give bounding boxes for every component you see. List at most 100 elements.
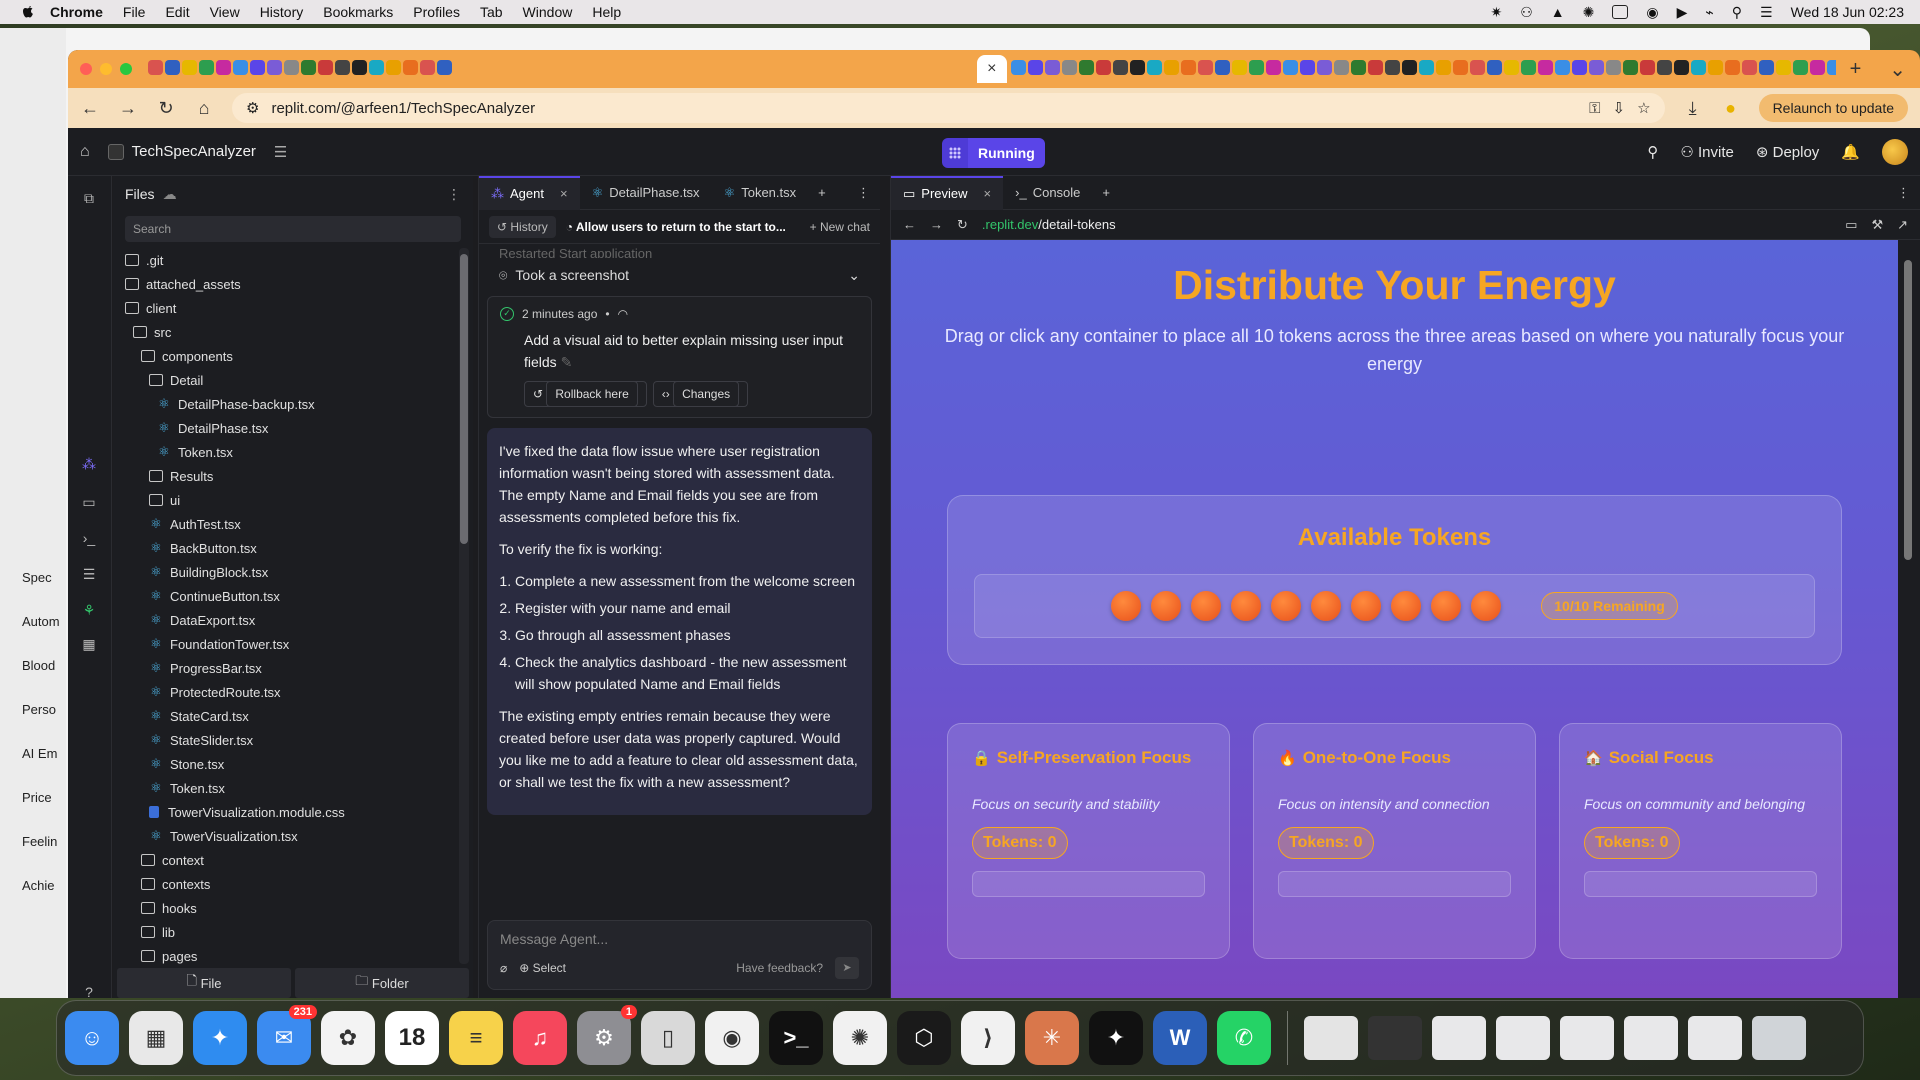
battery-icon[interactable]: [1612, 5, 1629, 19]
new-file-button[interactable]: 🗋 File: [117, 968, 291, 998]
zone-social[interactable]: 🏠 Social Focus Focus on community and bel…: [1559, 723, 1842, 959]
bookmark-star-icon[interactable]: ☆: [1637, 99, 1650, 117]
preview-scroll-thumb[interactable]: [1904, 260, 1912, 560]
tab-preview[interactable]: ▭ Preview ×: [891, 175, 1004, 210]
folder-item[interactable]: Results: [113, 464, 459, 488]
changes-button[interactable]: ‹› Changes: [652, 381, 749, 407]
folder-item[interactable]: ui: [113, 488, 459, 512]
pinned-tab-favicon[interactable]: [1214, 60, 1230, 75]
back-arrow-icon[interactable]: ←: [903, 217, 916, 232]
new-chat-button[interactable]: + New chat: [810, 220, 870, 234]
more-options-icon[interactable]: ⋮: [447, 186, 461, 203]
pinned-tab-favicon[interactable]: [1520, 60, 1536, 75]
pinned-tab-favicon[interactable]: [1044, 60, 1060, 75]
zone-drop-area[interactable]: [1584, 871, 1817, 897]
pinned-tab-favicon[interactable]: [1095, 60, 1111, 75]
site-info-icon[interactable]: ⚙: [246, 99, 259, 117]
window-thumb-dock-icon[interactable]: [1560, 1016, 1614, 1060]
address-url[interactable]: replit.com/@arfeen1/TechSpecAnalyzer: [271, 100, 1577, 117]
screenshot-step[interactable]: ⌾ Took a screenshot ⌄: [487, 258, 872, 292]
bg-item[interactable]: Price: [22, 790, 52, 805]
folder-item[interactable]: attached_assets: [113, 272, 459, 296]
mail-dock-icon[interactable]: ✉ 231: [257, 1005, 317, 1065]
pinned-tab-favicon[interactable]: [1231, 60, 1247, 75]
new-tab-button[interactable]: +: [1836, 58, 1876, 81]
pinned-tab-favicon[interactable]: [352, 60, 367, 75]
claude-dock-icon[interactable]: ✳: [1025, 1011, 1079, 1065]
pinned-tab-favicon[interactable]: [165, 60, 180, 75]
forward-arrow-icon[interactable]: →: [118, 98, 138, 119]
energy-token[interactable]: [1391, 591, 1422, 621]
file-item[interactable]: ⚛ FoundationTower.tsx: [113, 632, 459, 656]
word-dock-icon[interactable]: W: [1153, 1011, 1207, 1065]
files-icon[interactable]: ⧉: [80, 190, 98, 208]
calendar-dock-icon[interactable]: 18: [385, 1011, 439, 1065]
file-item[interactable]: TowerVisualization.module.css: [113, 800, 459, 824]
apple-icon[interactable]: [20, 4, 36, 20]
vscode-dock-icon[interactable]: ⟩: [961, 1011, 1015, 1065]
project-menu-icon[interactable]: ☰: [274, 143, 287, 161]
zone-one-to-one[interactable]: 🔥 One-to-One Focus Focus on intensity and…: [1253, 723, 1536, 959]
pinned-tab-favicon[interactable]: [284, 60, 299, 75]
pinned-tab-favicon[interactable]: [1724, 60, 1740, 75]
folder-item[interactable]: .git: [113, 248, 459, 272]
zone-self-preservation[interactable]: 🔒 Self-Preservation Focus Focus on securi…: [947, 723, 1230, 959]
window-thumb-dock-icon[interactable]: [1432, 1016, 1486, 1060]
chrome-dock-icon[interactable]: ◉: [705, 1011, 759, 1065]
zoom-window-button[interactable]: [120, 63, 132, 75]
play-icon[interactable]: ▶: [1677, 4, 1688, 21]
pinned-tab-favicon[interactable]: [1435, 60, 1451, 75]
pinned-tab-favicon[interactable]: [1537, 60, 1553, 75]
reload-icon[interactable]: ↻: [156, 98, 176, 119]
pinned-tab-favicon[interactable]: [1299, 60, 1315, 75]
search-icon[interactable]: ⚲: [1647, 143, 1658, 161]
file-item[interactable]: ⚛ StateSlider.tsx: [113, 728, 459, 752]
file-item[interactable]: ⚛ Stone.tsx: [113, 752, 459, 776]
pinned-tab-favicon[interactable]: [1554, 60, 1570, 75]
pinned-tab-favicon[interactable]: [233, 60, 248, 75]
invite-button[interactable]: ⚇ Invite: [1680, 143, 1733, 161]
add-tab-icon[interactable]: +: [808, 185, 836, 200]
console-icon[interactable]: ›_: [80, 530, 98, 548]
pinned-tab-favicon[interactable]: [216, 60, 231, 75]
window-thumb-dock-icon[interactable]: [1624, 1016, 1678, 1060]
downloads-icon[interactable]: ⤓: [1683, 98, 1703, 119]
search-icon[interactable]: ⚲: [1732, 4, 1742, 21]
pinned-tab-favicon[interactable]: [182, 60, 197, 75]
pinned-tab-favicon[interactable]: [1707, 60, 1723, 75]
menu-file[interactable]: File: [123, 4, 146, 20]
file-item[interactable]: ⚛ ContinueButton.tsx: [113, 584, 459, 608]
menu-help[interactable]: Help: [592, 4, 621, 20]
pinned-tab-favicon[interactable]: [267, 60, 282, 75]
forward-arrow-icon[interactable]: →: [930, 217, 943, 232]
file-item[interactable]: ⚛ AuthTest.tsx: [113, 512, 459, 536]
rollback-button[interactable]: ↺ Rollback here: [524, 381, 647, 407]
pinned-tab-favicon[interactable]: [1078, 60, 1094, 75]
pinned-tab-favicon[interactable]: [1588, 60, 1604, 75]
archive-dock-icon[interactable]: [1304, 1016, 1358, 1060]
file-item[interactable]: ⚛ DetailPhase-backup.tsx: [113, 392, 459, 416]
pinned-tab-favicon[interactable]: [369, 60, 384, 75]
notes-dock-icon[interactable]: ≡: [449, 1011, 503, 1065]
file-item[interactable]: ⚛ TowerVisualization.tsx: [113, 824, 459, 848]
tab-detailphase[interactable]: ⚛ DetailPhase.tsx: [580, 176, 712, 210]
music-dock-icon[interactable]: ♫: [513, 1011, 567, 1065]
folder-item[interactable]: contexts: [113, 872, 459, 896]
pinned-tab-favicon[interactable]: [1027, 60, 1043, 75]
file-tree-scroll-thumb[interactable]: [460, 254, 468, 544]
file-item[interactable]: ⚛ ProtectedRoute.tsx: [113, 680, 459, 704]
terminal-dock-icon[interactable]: >_: [769, 1011, 823, 1065]
pinned-tab-favicon[interactable]: [1146, 60, 1162, 75]
pinned-tab-favicon[interactable]: [1452, 60, 1468, 75]
all-tools-icon[interactable]: ▦: [80, 636, 98, 654]
menu-edit[interactable]: Edit: [165, 4, 189, 20]
tab-console[interactable]: ›_ Console: [1003, 176, 1092, 210]
home-icon[interactable]: ⌂: [80, 143, 90, 161]
pinned-tab-favicon[interactable]: [148, 60, 163, 75]
bg-item[interactable]: AI Em: [22, 746, 57, 761]
energy-token[interactable]: [1151, 591, 1182, 621]
pinned-tab-favicon[interactable]: [1418, 60, 1434, 75]
folder-item[interactable]: components: [113, 344, 459, 368]
menu-profiles[interactable]: Profiles: [413, 4, 460, 20]
network-icon[interactable]: ⚇: [1520, 4, 1533, 21]
